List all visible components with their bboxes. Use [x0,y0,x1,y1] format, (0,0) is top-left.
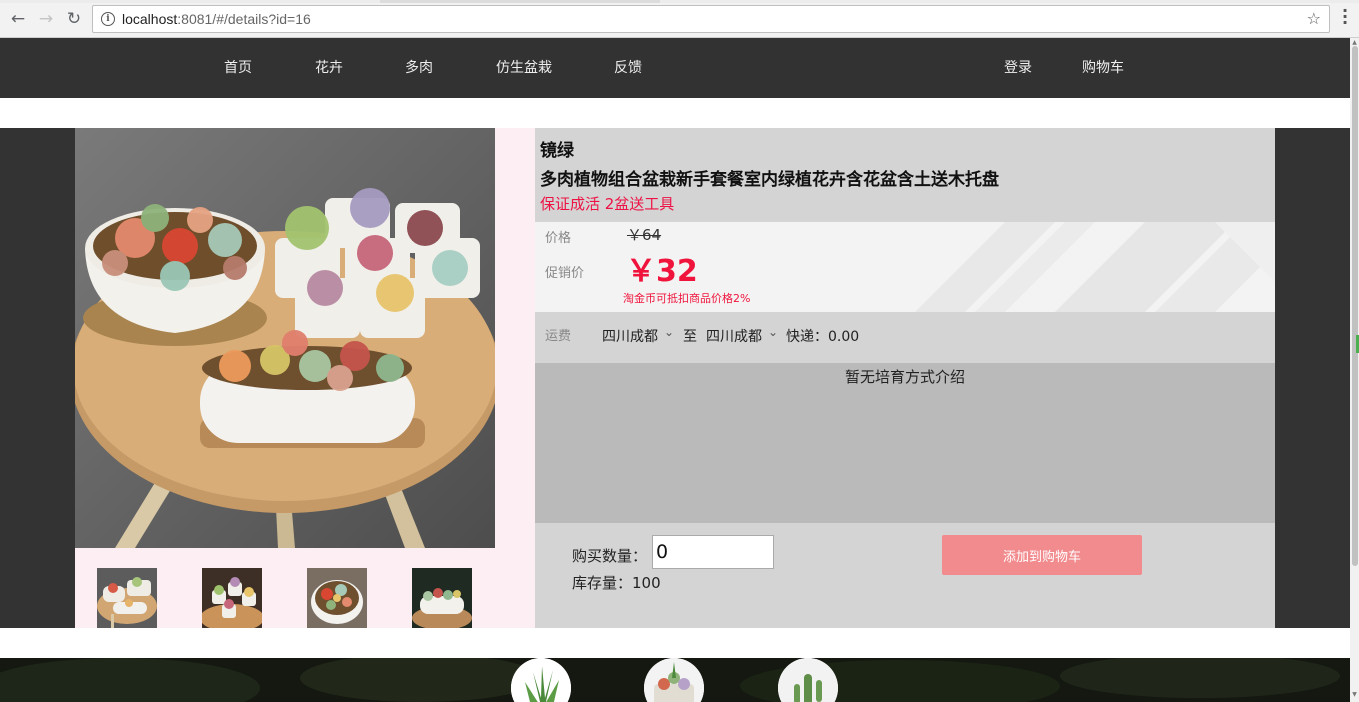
nav-home[interactable]: 首页 [224,38,252,98]
sale-price-label: 促销价 [545,266,585,281]
add-to-cart-button[interactable]: 添加到购物车 [942,535,1142,575]
main-product-image [75,128,495,548]
original-price: ￥64 [627,226,662,244]
quantity-label: 购买数量： [572,547,648,565]
nav-feedback[interactable]: 反馈 [614,38,642,98]
address-bar[interactable]: i localhost:8081/#/details?id=16 ☆ [92,5,1330,33]
active-tab-edge [380,0,660,3]
price-label: 价格 [545,231,572,246]
sale-price: ￥32 [626,254,698,289]
product-slogan: 保证成活 2盆送工具 [540,195,675,213]
browser-toolbar: ← → ↻ i localhost:8081/#/details?id=16 ☆… [0,0,1359,38]
thumbnail-2[interactable] [202,568,262,628]
menu-icon[interactable]: · · · [1340,3,1350,31]
ship-to-word: 至 [683,329,697,345]
thumbnail-4[interactable] [412,568,472,628]
nav-flowers[interactable]: 花卉 [315,38,343,98]
scroll-down-arrow[interactable]: ▼ [1350,690,1359,700]
coin-discount-note: 淘金币可抵扣商品价格2% [623,292,751,305]
reload-icon[interactable]: ↻ [62,7,86,31]
product-title: 镜绿 [540,141,574,161]
ship-from-select[interactable]: 四川成都 [602,326,658,346]
chevron-down-icon[interactable]: ⌄ [768,325,778,339]
site-header: 首页 花卉 多肉 仿生盆栽 反馈 登录 购物车 [0,38,1350,98]
cart-link[interactable]: 购物车 [1082,38,1124,98]
url-path: :8081/#/details?id=16 [177,11,311,27]
url-host: localhost [122,11,178,27]
shipping-label: 运费 [545,329,572,344]
forward-icon[interactable]: → [34,7,58,31]
chevron-down-icon[interactable]: ⌄ [664,325,674,339]
quantity-input[interactable] [652,535,774,569]
info-icon[interactable]: i [101,12,115,26]
login-link[interactable]: 登录 [1004,38,1032,98]
care-info-box [535,363,1275,523]
product-subtitle: 多肉植物组合盆栽新手套餐室内绿植花卉含花盆含土送木托盘 [540,170,999,190]
thumbnail-1[interactable] [97,568,157,628]
star-icon[interactable]: ☆ [1307,9,1321,28]
url-text[interactable]: localhost:8081/#/details?id=16 [122,11,311,27]
stock-count: 库存量：100 [572,574,661,592]
back-icon[interactable]: ← [6,7,30,31]
nav-succulents[interactable]: 多肉 [405,38,433,98]
care-info-text: 暂无培育方式介绍 [844,368,965,386]
thumbnail-3[interactable] [307,568,367,628]
nav-artificial-bonsai[interactable]: 仿生盆栽 [496,38,552,98]
tab-strip [0,0,1359,3]
scrollbar-thumb[interactable] [1352,46,1358,566]
express-fee: 快递：0.00 [786,329,860,345]
ship-to-select[interactable]: 四川成都 [706,326,762,346]
